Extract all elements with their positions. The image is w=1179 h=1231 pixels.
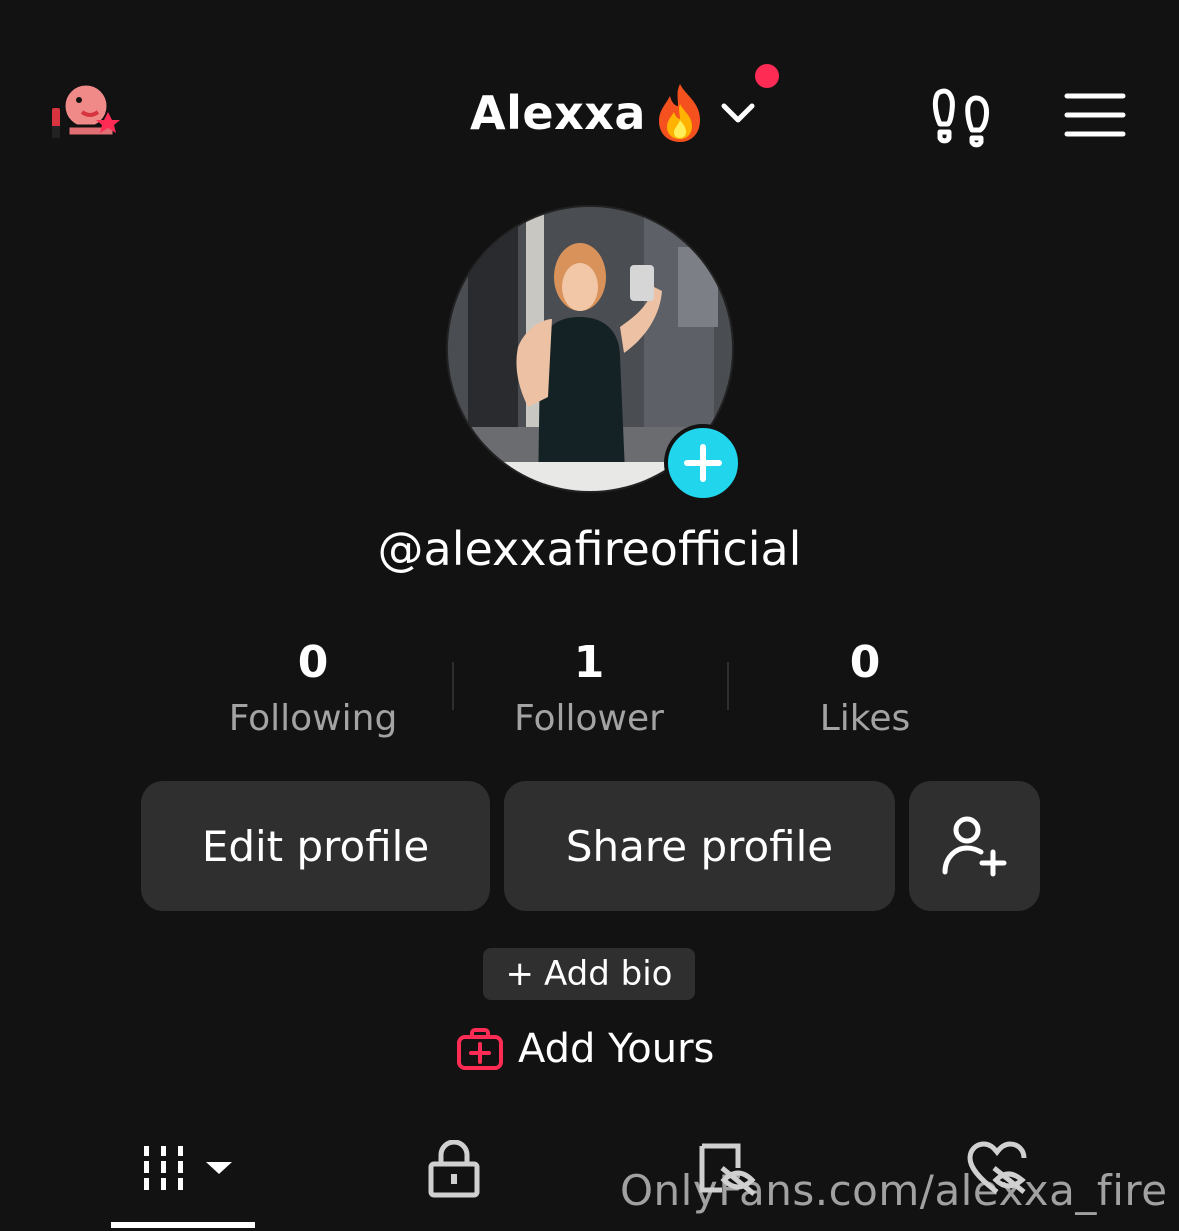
add-yours-icon (457, 1028, 503, 1070)
menu-icon[interactable] (1064, 92, 1126, 138)
stat-following[interactable]: 0 Following (175, 635, 451, 747)
plus-icon: + (505, 954, 535, 994)
add-bio-button[interactable]: + Add bio (483, 948, 695, 1000)
plus-icon (684, 444, 722, 482)
profile-handle: @alexxafireofficial (377, 522, 802, 576)
add-yours-button[interactable]: Add Yours (456, 1022, 714, 1076)
account-switcher[interactable]: Alexxa (470, 80, 758, 146)
edit-profile-button[interactable]: Edit profile (141, 781, 490, 911)
tab-posts-grid[interactable] (140, 1140, 236, 1200)
edit-profile-label: Edit profile (201, 821, 430, 871)
share-profile-button[interactable]: Share profile (504, 781, 895, 911)
add-user-icon (942, 816, 1006, 877)
footprints-icon[interactable] (930, 84, 994, 148)
stat-value: 0 (297, 637, 329, 688)
stat-label: Following (228, 698, 398, 739)
stat-value: 0 (849, 637, 881, 688)
stat-likes[interactable]: 0 Likes (727, 635, 1003, 747)
active-tab-indicator (111, 1222, 255, 1228)
fire-emoji-icon (652, 82, 708, 144)
stat-label: Follower (514, 698, 664, 739)
add-yours-label: Add Yours (518, 1026, 715, 1072)
watermark-text: OnlyFans.com/alexxa_fire (620, 1166, 1168, 1215)
profile-title: Alexxa (470, 86, 646, 140)
add-avatar-button[interactable] (664, 424, 742, 502)
notification-dot (755, 64, 779, 88)
stat-label: Likes (819, 698, 911, 739)
lock-icon (428, 1139, 480, 1198)
stat-value: 1 (573, 637, 605, 688)
add-bio-label: Add bio (544, 954, 673, 994)
sticker-avatar-icon[interactable] (46, 78, 122, 148)
add-friend-button[interactable] (909, 781, 1040, 911)
share-profile-label: Share profile (565, 821, 834, 871)
tab-private[interactable] (426, 1139, 482, 1202)
stat-followers[interactable]: 1 Follower (451, 635, 727, 747)
chevron-down-icon (718, 93, 758, 133)
